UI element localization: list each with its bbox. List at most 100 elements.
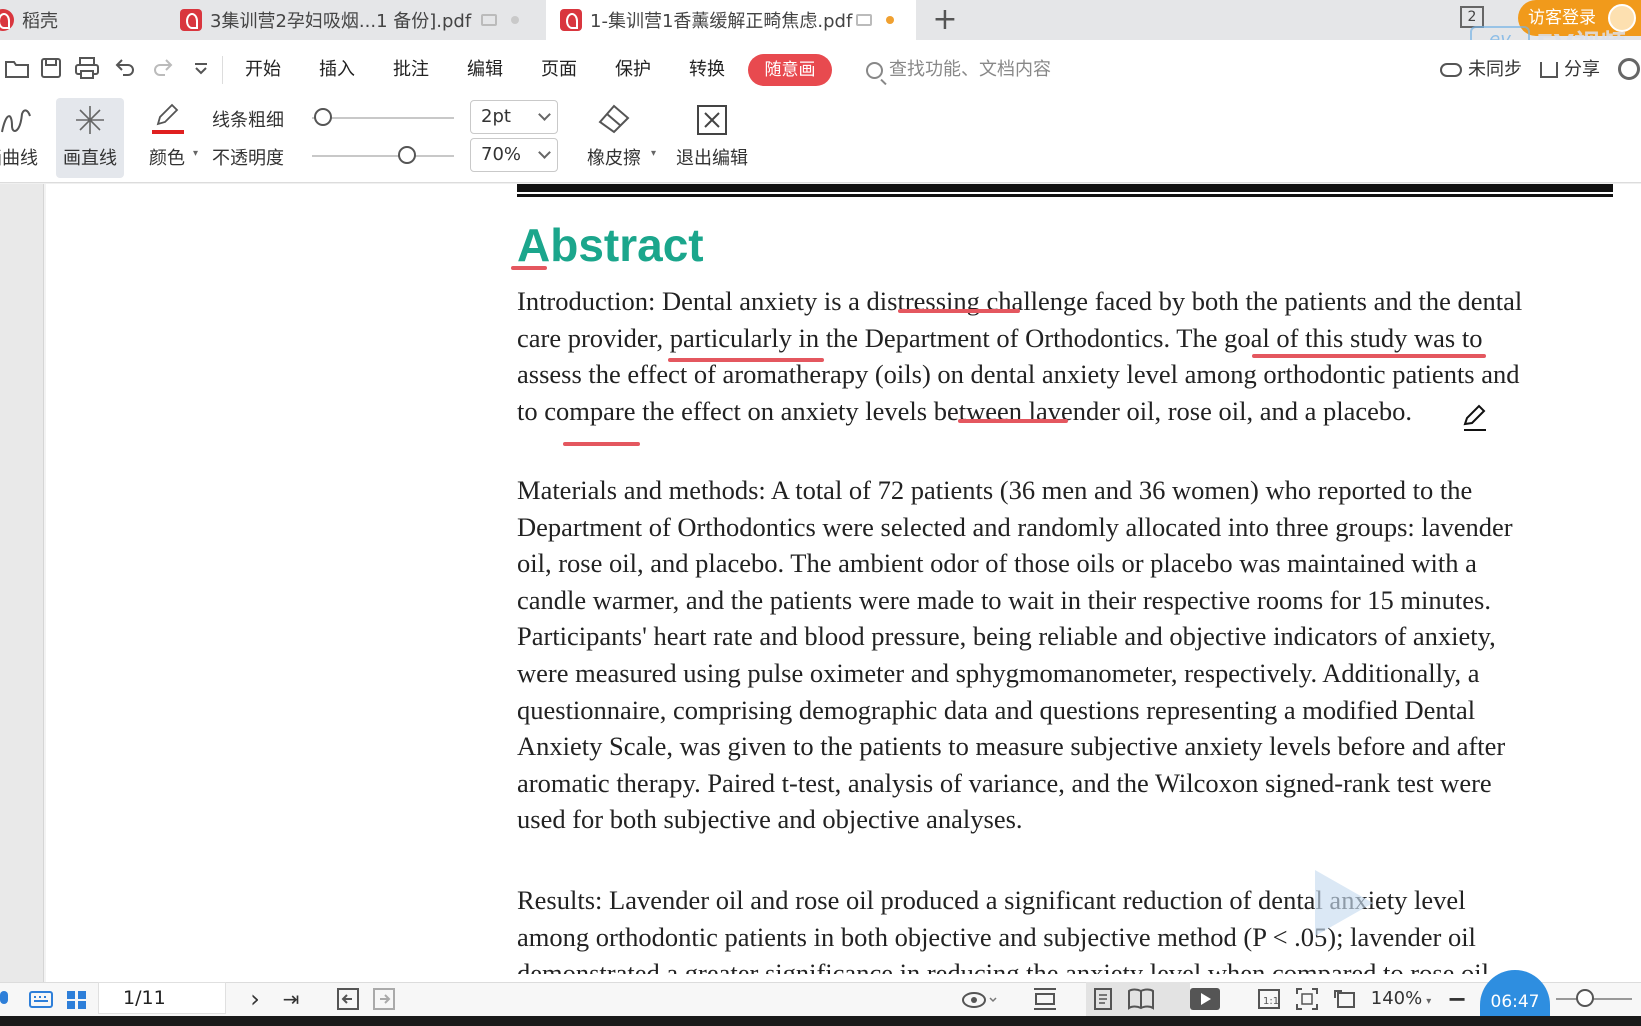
opacity-label: 不透明度	[212, 148, 284, 169]
curve-icon	[1, 109, 31, 133]
thickness-value: 2pt	[481, 106, 511, 127]
intro-line: Introduction: Dental anxiety is a distre…	[517, 286, 1523, 316]
exit-edit-button[interactable]: 退出编辑	[672, 98, 752, 178]
exit-edit-label: 退出编辑	[676, 148, 748, 169]
methods-line: Department of Orthodontics were selected…	[517, 511, 1513, 542]
ink-underline[interactable]	[898, 309, 1020, 313]
ink-underline[interactable]	[668, 358, 824, 362]
save-icon[interactable]	[38, 56, 64, 82]
new-tab-button[interactable]: +	[930, 2, 960, 37]
thickness-slider-knob[interactable]	[314, 108, 332, 126]
actual-size-icon[interactable]: 1:1	[1256, 986, 1282, 1012]
tab-document-2[interactable]: 3集训营2孕妇吸烟...1 备份].pdf	[170, 0, 540, 40]
ink-underline[interactable]	[563, 442, 640, 446]
zoom-out-button[interactable]: −	[1446, 986, 1468, 1012]
zoom-select[interactable]: 140% ▾	[1366, 986, 1436, 1012]
redo-icon[interactable]	[150, 56, 176, 82]
share-label: 分享	[1564, 59, 1600, 80]
open-folder-icon[interactable]	[4, 56, 30, 82]
play-slideshow-button[interactable]	[1188, 986, 1222, 1012]
results-line: demonstrated a greater significance in r…	[517, 958, 1490, 974]
color-picker[interactable]: 颜色 ▾	[140, 98, 198, 178]
menu-convert[interactable]: 转换	[689, 56, 725, 84]
methods-line: Materials and methods: A total of 72 pat…	[517, 475, 1473, 505]
menu-annotate[interactable]: 批注	[393, 56, 429, 84]
draw-line-tool[interactable]: 画直线	[56, 98, 124, 178]
pdf-file-icon	[560, 9, 582, 31]
sync-label: 未同步	[1468, 59, 1522, 80]
print-icon[interactable]	[74, 56, 100, 82]
page-number-input[interactable]: 1/11	[98, 982, 226, 1014]
methods-line: Participants' heart rate and blood press…	[517, 621, 1496, 652]
app-grid-icon[interactable]	[64, 986, 90, 1012]
methods-line: Anxiety Scale, was given to the patients…	[517, 731, 1506, 762]
tab-label: 1-集训营1香薰缓解正畸焦虑.pdf	[590, 11, 853, 32]
methods-line: were measured using pulse oximeter and s…	[517, 657, 1480, 688]
tab-document-1[interactable]: 1-集训营1香薰缓解正畸焦虑.pdf	[546, 0, 916, 40]
menu-edit[interactable]: 编辑	[467, 56, 503, 84]
undo-icon[interactable]	[112, 56, 138, 82]
daoke-logo-icon	[0, 9, 14, 31]
monitor-icon	[856, 14, 873, 26]
fit-page-icon[interactable]	[1294, 986, 1320, 1012]
tab-label: 3集训营2孕妇吸烟...1 备份].pdf	[210, 11, 472, 32]
results-line: among orthodontic patients in both objec…	[517, 921, 1476, 952]
rotate-icon[interactable]	[1332, 986, 1358, 1012]
keyboard-icon[interactable]	[28, 986, 54, 1012]
navigation-pane	[0, 184, 44, 982]
opacity-select[interactable]: 70%	[470, 138, 558, 172]
menu-insert[interactable]: 插入	[319, 56, 355, 84]
thickness-slider-track[interactable]	[312, 117, 454, 119]
eye-protection-icon[interactable]	[960, 986, 998, 1012]
microphone-icon[interactable]	[0, 986, 14, 1012]
forward-view-icon[interactable]	[372, 986, 396, 1012]
share-button[interactable]: 分享	[1540, 56, 1600, 84]
eraser-tool[interactable]: 橡皮擦 ▾	[576, 98, 656, 178]
chevron-down-icon	[538, 108, 551, 121]
close-dot-icon[interactable]	[511, 16, 520, 24]
customize-dropdown-icon[interactable]	[188, 56, 214, 82]
methods-line: oil, rose oil, and placebo. The ambient …	[517, 548, 1477, 579]
unsaved-dot-icon[interactable]	[886, 16, 895, 24]
zoom-slider-track[interactable]	[1556, 998, 1632, 1000]
menu-freehand-draw[interactable]: 随意画	[748, 54, 832, 86]
zoom-slider-knob[interactable]	[1576, 989, 1594, 1007]
divider	[222, 56, 223, 84]
eraser-icon	[598, 104, 630, 134]
ink-underline[interactable]	[511, 266, 547, 270]
results-line: Results: Lavender oil and rose oil produ…	[517, 885, 1466, 915]
opacity-slider-track[interactable]	[312, 155, 454, 157]
next-page-icon[interactable]: ›	[244, 986, 266, 1012]
tab-daoke[interactable]: 稻壳	[0, 0, 160, 40]
continuous-view-icon[interactable]	[1090, 986, 1116, 1012]
back-view-icon[interactable]	[336, 986, 360, 1012]
window-count-badge[interactable]: 2	[1460, 6, 1484, 28]
menu-home[interactable]: 开始	[245, 56, 281, 84]
header-rule-thin	[517, 194, 1613, 197]
ink-underline[interactable]	[1252, 354, 1486, 358]
book-view-icon[interactable]	[1126, 986, 1156, 1012]
opacity-slider-knob[interactable]	[398, 146, 416, 164]
dropdown-arrow-icon: ▾	[192, 148, 198, 159]
results-paragraph: Results: Lavender oil and rose oil produ…	[517, 882, 1617, 974]
last-page-icon[interactable]: ⇥	[280, 986, 302, 1012]
menu-protect[interactable]: 保护	[615, 56, 651, 84]
header-rule-thick	[517, 184, 1613, 192]
pen-icon	[156, 103, 179, 126]
methods-paragraph: Materials and methods: A total of 72 pat…	[517, 472, 1617, 838]
draw-curve-tool[interactable]: 画曲线	[0, 98, 44, 178]
color-label: 颜色	[149, 148, 185, 169]
thickness-select[interactable]: 2pt	[470, 100, 558, 134]
sync-button[interactable]: 未同步	[1440, 56, 1522, 84]
single-page-view-icon[interactable]	[1030, 986, 1060, 1012]
gear-icon[interactable]	[1618, 58, 1640, 80]
menu-page[interactable]: 页面	[541, 56, 577, 84]
close-box-icon	[697, 105, 727, 135]
search-box[interactable]: 查找功能、文档内容	[866, 56, 1051, 84]
methods-line: aromatic therapy. Paired t-test, analysi…	[517, 767, 1492, 798]
cloud-icon	[1440, 63, 1462, 77]
monitor-icon	[481, 14, 498, 26]
line-icon	[76, 106, 104, 134]
dropdown-arrow-icon: ▾	[650, 148, 656, 159]
ink-underline[interactable]	[958, 419, 1068, 423]
